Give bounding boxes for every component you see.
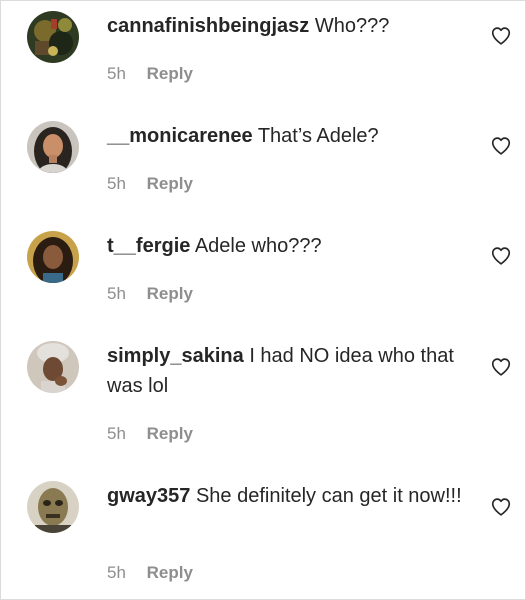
reply-button[interactable]: Reply bbox=[147, 174, 193, 193]
heart-outline-icon[interactable] bbox=[490, 245, 512, 267]
heart-outline-icon[interactable] bbox=[490, 356, 512, 378]
comment-body: That’s Adele? bbox=[257, 125, 379, 147]
comment-body: She definitely can get it now!!! bbox=[195, 485, 462, 507]
comment-meta: 5h Reply bbox=[107, 284, 193, 304]
comment-username[interactable]: simply_sakina bbox=[107, 345, 244, 367]
avatar[interactable] bbox=[27, 231, 79, 283]
comment-meta: 5h Reply bbox=[107, 64, 193, 84]
comment-username[interactable]: t__fergie bbox=[107, 235, 190, 257]
reply-button[interactable]: Reply bbox=[147, 563, 193, 582]
comment-username[interactable]: __monicarenee bbox=[107, 125, 253, 147]
reply-button[interactable]: Reply bbox=[147, 64, 193, 83]
comment-time: 5h bbox=[107, 424, 126, 443]
avatar[interactable] bbox=[27, 341, 79, 393]
comment-meta: 5h Reply bbox=[107, 563, 193, 583]
comment-meta: 5h Reply bbox=[107, 424, 193, 444]
heart-outline-icon[interactable] bbox=[490, 135, 512, 157]
comment-item: __monicarenee That’s Adele? 5h Reply bbox=[1, 111, 525, 221]
heart-outline-icon[interactable] bbox=[490, 25, 512, 47]
comment-body: Who??? bbox=[314, 15, 390, 37]
comment-username[interactable]: gway357 bbox=[107, 485, 190, 507]
comment-text: __monicarenee That’s Adele? bbox=[107, 121, 472, 151]
heart-outline-icon[interactable] bbox=[490, 496, 512, 518]
comment-time: 5h bbox=[107, 174, 126, 193]
comments-panel: cannafinishbeingjasz Who??? 5h Reply __m… bbox=[0, 0, 526, 600]
comment-item: gway357 She definitely can get it now!!!… bbox=[1, 471, 525, 599]
comment-item: t__fergie Adele who??? 5h Reply bbox=[1, 221, 525, 331]
comment-meta: 5h Reply bbox=[107, 174, 193, 194]
comment-time: 5h bbox=[107, 284, 126, 303]
comment-text: t__fergie Adele who??? bbox=[107, 231, 472, 261]
comment-text: simply_sakina I had NO idea who that was… bbox=[107, 341, 472, 401]
avatar[interactable] bbox=[27, 121, 79, 173]
avatar[interactable] bbox=[27, 481, 79, 533]
reply-button[interactable]: Reply bbox=[147, 284, 193, 303]
comment-item: simply_sakina I had NO idea who that was… bbox=[1, 331, 525, 471]
comment-item: cannafinishbeingjasz Who??? 5h Reply bbox=[1, 1, 525, 111]
comment-body: Adele who??? bbox=[194, 235, 322, 257]
comment-time: 5h bbox=[107, 563, 126, 582]
comment-text: cannafinishbeingjasz Who??? bbox=[107, 11, 472, 41]
comment-text: gway357 She definitely can get it now!!! bbox=[107, 481, 472, 511]
comment-time: 5h bbox=[107, 64, 126, 83]
comment-username[interactable]: cannafinishbeingjasz bbox=[107, 15, 309, 37]
reply-button[interactable]: Reply bbox=[147, 424, 193, 443]
avatar[interactable] bbox=[27, 11, 79, 63]
